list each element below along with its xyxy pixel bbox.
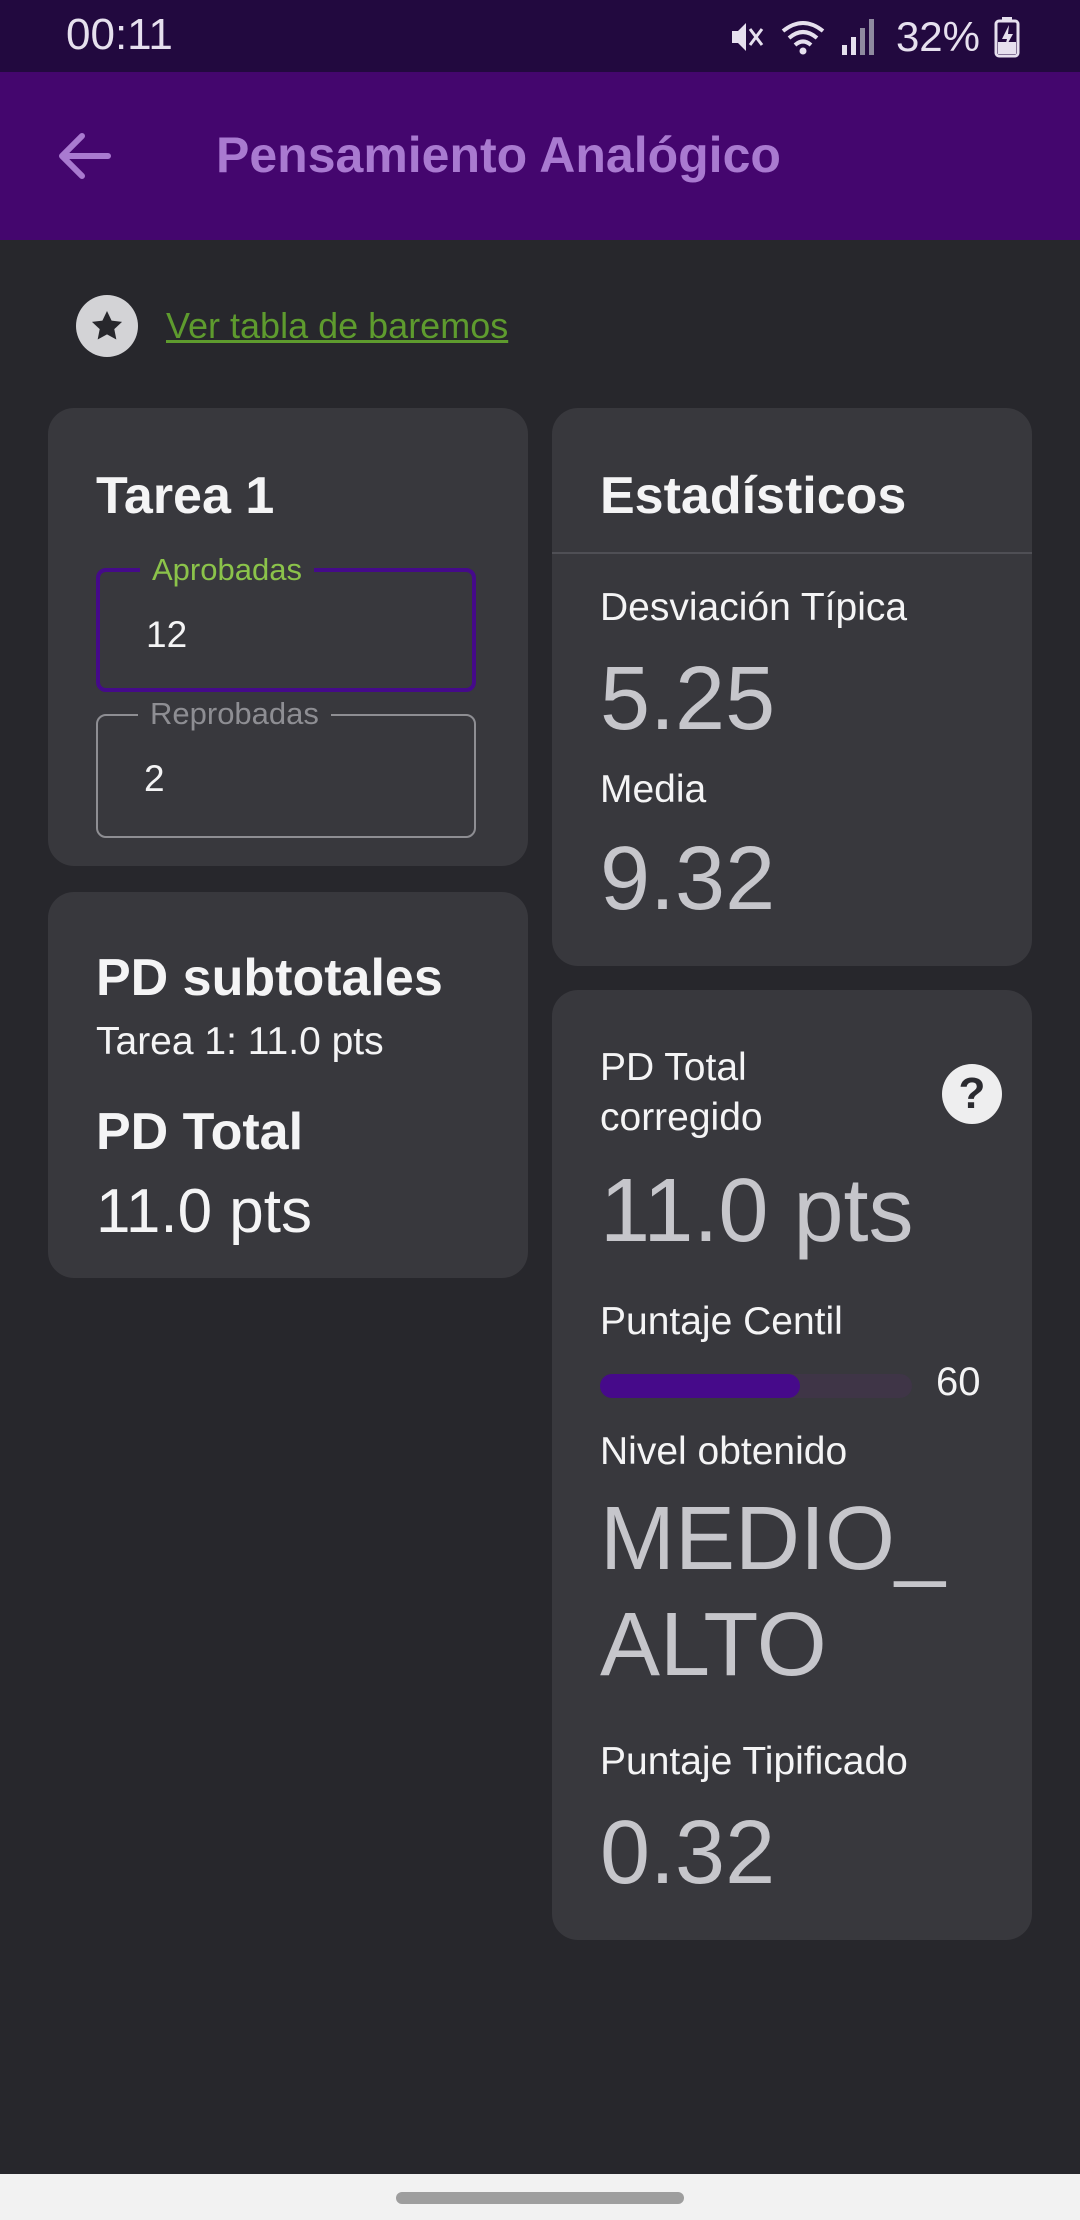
pd-corregido-label-1: PD Total <box>600 1046 747 1089</box>
stats-card: Estadísticos Desviación Típica 5.25 Medi… <box>552 408 1032 966</box>
tarea-card: Tarea 1 Aprobadas 12 Reprobadas 2 <box>48 408 528 866</box>
pd-card: PD subtotales Tarea 1: 11.0 pts PD Total… <box>48 892 528 1278</box>
arrow-back-icon <box>59 133 111 179</box>
reprobadas-field[interactable]: Reprobadas 2 <box>96 696 476 838</box>
aprobadas-value[interactable]: 12 <box>146 614 187 656</box>
pd-subtotal-line: Tarea 1: 11.0 pts <box>96 1020 384 1063</box>
status-time: 00:11 <box>66 10 173 59</box>
stats-divider <box>552 552 1032 554</box>
navigation-bar <box>0 2174 1080 2220</box>
app-bar: Pensamiento Analógico <box>0 72 1080 240</box>
pd-total-title: PD Total <box>96 1103 304 1161</box>
page-title: Pensamiento Analógico <box>216 127 781 183</box>
aprobadas-label: Aprobadas <box>140 552 314 588</box>
star-icon[interactable] <box>76 295 138 357</box>
tipificado-label: Puntaje Tipificado <box>600 1740 908 1783</box>
pd-total-value: 11.0 pts <box>96 1177 313 1246</box>
nivel-line-2: ALTO <box>600 1595 827 1695</box>
nivel-label: Nivel obtenido <box>600 1430 848 1473</box>
baremos-row[interactable]: Ver tabla de baremos <box>76 294 508 358</box>
mute-icon <box>731 23 764 51</box>
help-icon[interactable]: ? <box>942 1064 1002 1124</box>
status-bar: 00:11 32% <box>0 0 1080 72</box>
signal-icon <box>841 19 874 55</box>
stats-title: Estadísticos <box>600 467 907 525</box>
result-card: PD Total corregido ? 11.0 pts Puntaje Ce… <box>552 990 1032 1940</box>
wifi-icon <box>781 21 825 55</box>
pd-subtotales-title: PD subtotales <box>96 949 443 1007</box>
centil-label: Puntaje Centil <box>600 1300 843 1343</box>
back-button[interactable] <box>52 128 116 184</box>
media-value: 9.32 <box>600 829 776 929</box>
nivel-line-1: MEDIO_ <box>600 1489 946 1589</box>
home-handle[interactable] <box>396 2192 684 2204</box>
tipificado-value: 0.32 <box>600 1803 776 1903</box>
tarea-title: Tarea 1 <box>96 467 275 525</box>
desviacion-label: Desviación Típica <box>600 586 908 629</box>
centil-value: 60 <box>936 1360 981 1404</box>
aprobadas-field[interactable]: Aprobadas 12 <box>96 552 476 692</box>
pd-corregido-value: 11.0 pts <box>600 1161 914 1261</box>
centil-progress-bar <box>600 1374 912 1398</box>
centil-progress-fill <box>600 1374 800 1398</box>
battery-percent: 32% <box>895 13 980 60</box>
reprobadas-value[interactable]: 2 <box>144 758 165 800</box>
reprobadas-label: Reprobadas <box>138 696 331 732</box>
media-label: Media <box>600 768 707 811</box>
baremos-link[interactable]: Ver tabla de baremos <box>166 305 508 347</box>
pd-corregido-label-2: corregido <box>600 1096 763 1139</box>
desviacion-value: 5.25 <box>600 649 776 749</box>
battery-charging-icon <box>994 17 1020 58</box>
status-icons: 32% <box>726 12 1020 62</box>
